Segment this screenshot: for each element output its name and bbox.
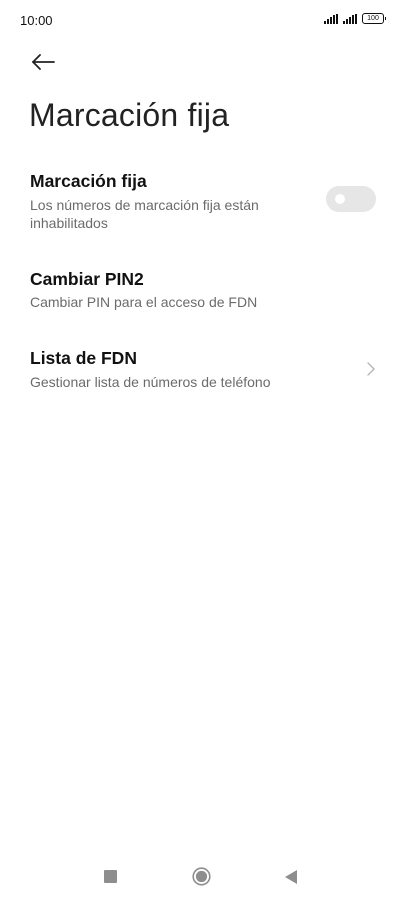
battery-icon: 100: [362, 13, 386, 24]
fixed-dialing-title: Marcación fija: [30, 171, 147, 191]
fixed-dialing-subtitle-line2: inhabilitados: [30, 215, 108, 231]
status-icons: 100: [324, 13, 386, 24]
change-pin2-title: Cambiar PIN2: [30, 269, 144, 289]
toggle-knob: [335, 194, 345, 204]
status-time: 10:00: [20, 13, 53, 28]
home-icon[interactable]: [192, 867, 211, 886]
battery-level: 100: [367, 15, 379, 22]
status-bar: 10:00 100: [0, 0, 406, 40]
arrow-left-icon: [32, 54, 55, 70]
recents-icon[interactable]: [104, 870, 117, 883]
back-icon[interactable]: [284, 869, 298, 885]
fixed-dialing-toggle[interactable]: [326, 186, 376, 212]
fdn-list-subtitle: Gestionar lista de números de teléfono: [30, 374, 271, 390]
fdn-list-title: Lista de FDN: [30, 348, 137, 368]
page-title: Marcación fija: [29, 97, 230, 133]
signal-icon: [343, 13, 357, 24]
signal-icon: [324, 13, 338, 24]
chevron-right-icon: [367, 362, 375, 376]
fixed-dialing-subtitle-line1: Los números de marcación fija están: [30, 197, 259, 213]
nav-bar: [0, 850, 406, 902]
change-pin2-subtitle: Cambiar PIN para el acceso de FDN: [30, 294, 258, 310]
back-button[interactable]: [28, 48, 58, 76]
